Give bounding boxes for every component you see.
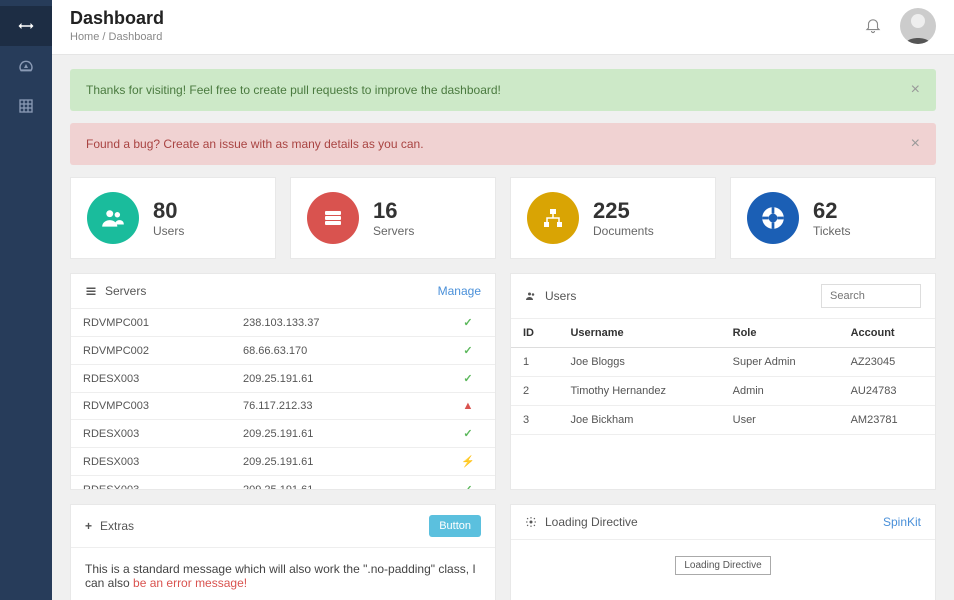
server-row[interactable]: RDESX003209.25.191.61 ⚡: [71, 448, 495, 476]
extras-panel: + Extras Button This is a standard messa…: [70, 504, 496, 600]
server-name: RDVMPC001: [83, 317, 243, 329]
server-ip: 209.25.191.61: [243, 428, 453, 440]
server-row[interactable]: RDVMPC001238.103.133.37 ✓: [71, 309, 495, 337]
col-id: ID: [511, 319, 558, 348]
notifications-button[interactable]: [864, 16, 882, 37]
sidebar-item-swap[interactable]: [0, 6, 52, 46]
server-ip: 238.103.133.37: [243, 317, 453, 329]
plus-icon: +: [85, 519, 92, 533]
stat-tickets[interactable]: 62Tickets: [730, 177, 936, 259]
alert-success: Thanks for visiting! Feel free to create…: [70, 69, 936, 111]
swap-icon: [17, 17, 35, 35]
alert-danger-close[interactable]: ×: [911, 135, 920, 153]
servers-icon: [307, 192, 359, 244]
col-account: Account: [839, 319, 935, 348]
list-icon: [85, 285, 97, 297]
header: Dashboard Home / Dashboard: [52, 0, 954, 55]
server-name: RDESX003: [83, 456, 243, 468]
server-ip: 209.25.191.61: [243, 373, 453, 385]
stat-tickets-num: 62: [813, 198, 851, 224]
table-row[interactable]: 1Joe BloggsSuper AdminAZ23045: [511, 348, 935, 377]
users-small-icon: [525, 290, 537, 302]
check-icon: ✓: [463, 345, 472, 357]
check-icon: ✓: [463, 484, 472, 489]
server-row[interactable]: RDVMPC00268.66.63.170 ✓: [71, 337, 495, 365]
server-row[interactable]: RDESX003209.25.191.61 ✓: [71, 476, 495, 489]
server-row[interactable]: RDESX003209.25.191.61 ✓: [71, 420, 495, 448]
server-name: RDVMPC003: [83, 400, 243, 412]
extras-title: Extras: [100, 519, 134, 533]
table-row[interactable]: 3Joe BickhamUserAM23781: [511, 406, 935, 435]
users-panel-title: Users: [545, 289, 576, 303]
bell-icon: [864, 16, 882, 34]
search-input[interactable]: [821, 284, 921, 308]
breadcrumb-current: Dashboard: [109, 31, 163, 43]
col-username: Username: [558, 319, 720, 348]
stat-servers[interactable]: 16Servers: [290, 177, 496, 259]
stat-users[interactable]: 80Users: [70, 177, 276, 259]
manage-link[interactable]: Manage: [438, 284, 481, 298]
stat-docs-num: 225: [593, 198, 654, 224]
loading-title: Loading Directive: [545, 515, 638, 529]
avatar[interactable]: [900, 8, 936, 44]
user-table: ID Username Role Account 1Joe BloggsSupe…: [511, 319, 935, 435]
server-name: RDESX003: [83, 484, 243, 490]
loading-directive-box: Loading Directive: [675, 556, 770, 575]
error-text: be an error message!: [133, 576, 247, 590]
alert-danger-text: Found a bug? Create an issue with as man…: [86, 137, 424, 151]
sitemap-icon: [527, 192, 579, 244]
alert-success-text: Thanks for visiting! Feel free to create…: [86, 83, 501, 97]
stat-users-num: 80: [153, 198, 184, 224]
check-icon: ✓: [463, 428, 472, 440]
bolt-icon: ⚡: [461, 456, 475, 468]
stat-servers-label: Servers: [373, 224, 414, 238]
servers-panel: Servers Manage RDVMPC001238.103.133.37✓R…: [70, 273, 496, 490]
sidebar-item-tables[interactable]: [0, 86, 52, 126]
extras-message: This is a standard message which will al…: [71, 548, 495, 600]
server-name: RDESX003: [83, 373, 243, 385]
alert-danger: Found a bug? Create an issue with as man…: [70, 123, 936, 165]
warning-icon: ▲: [463, 400, 474, 412]
extras-button[interactable]: Button: [429, 515, 481, 537]
stat-servers-num: 16: [373, 198, 414, 224]
stat-documents[interactable]: 225Documents: [510, 177, 716, 259]
server-row[interactable]: RDESX003209.25.191.61 ✓: [71, 365, 495, 393]
check-icon: ✓: [463, 373, 472, 385]
gauge-icon: [18, 58, 34, 74]
user-avatar-icon: [900, 8, 936, 44]
server-ip: 68.66.63.170: [243, 345, 453, 357]
server-ip: 209.25.191.61: [243, 484, 453, 490]
loading-panel: Loading Directive SpinKit Loading Direct…: [510, 504, 936, 600]
server-ip: 209.25.191.61: [243, 456, 453, 468]
server-name: RDESX003: [83, 428, 243, 440]
grid-icon: [18, 98, 34, 114]
stat-users-label: Users: [153, 224, 184, 238]
stat-tickets-label: Tickets: [813, 224, 851, 238]
users-panel: Users ID Username Role Account: [510, 273, 936, 490]
check-icon: ✓: [463, 317, 472, 329]
breadcrumb-home[interactable]: Home: [70, 31, 99, 43]
spinkit-link[interactable]: SpinKit: [883, 515, 921, 529]
sidebar: [0, 0, 52, 600]
col-role: Role: [721, 319, 839, 348]
breadcrumb: Home / Dashboard: [70, 31, 164, 43]
users-icon: [87, 192, 139, 244]
server-name: RDVMPC002: [83, 345, 243, 357]
server-row[interactable]: RDVMPC00376.117.212.33 ▲: [71, 393, 495, 420]
stat-docs-label: Documents: [593, 224, 654, 238]
gear-icon: [525, 516, 537, 528]
alert-success-close[interactable]: ×: [911, 81, 920, 99]
sidebar-item-dashboard[interactable]: [0, 46, 52, 86]
server-ip: 76.117.212.33: [243, 400, 453, 412]
servers-panel-title: Servers: [105, 284, 146, 298]
table-row[interactable]: 2Timothy HernandezAdminAU24783: [511, 377, 935, 406]
content: Thanks for visiting! Feel free to create…: [52, 55, 954, 600]
server-list[interactable]: RDVMPC001238.103.133.37✓RDVMPC00268.66.6…: [71, 309, 495, 489]
lifering-icon: [747, 192, 799, 244]
page-title: Dashboard: [70, 8, 164, 29]
